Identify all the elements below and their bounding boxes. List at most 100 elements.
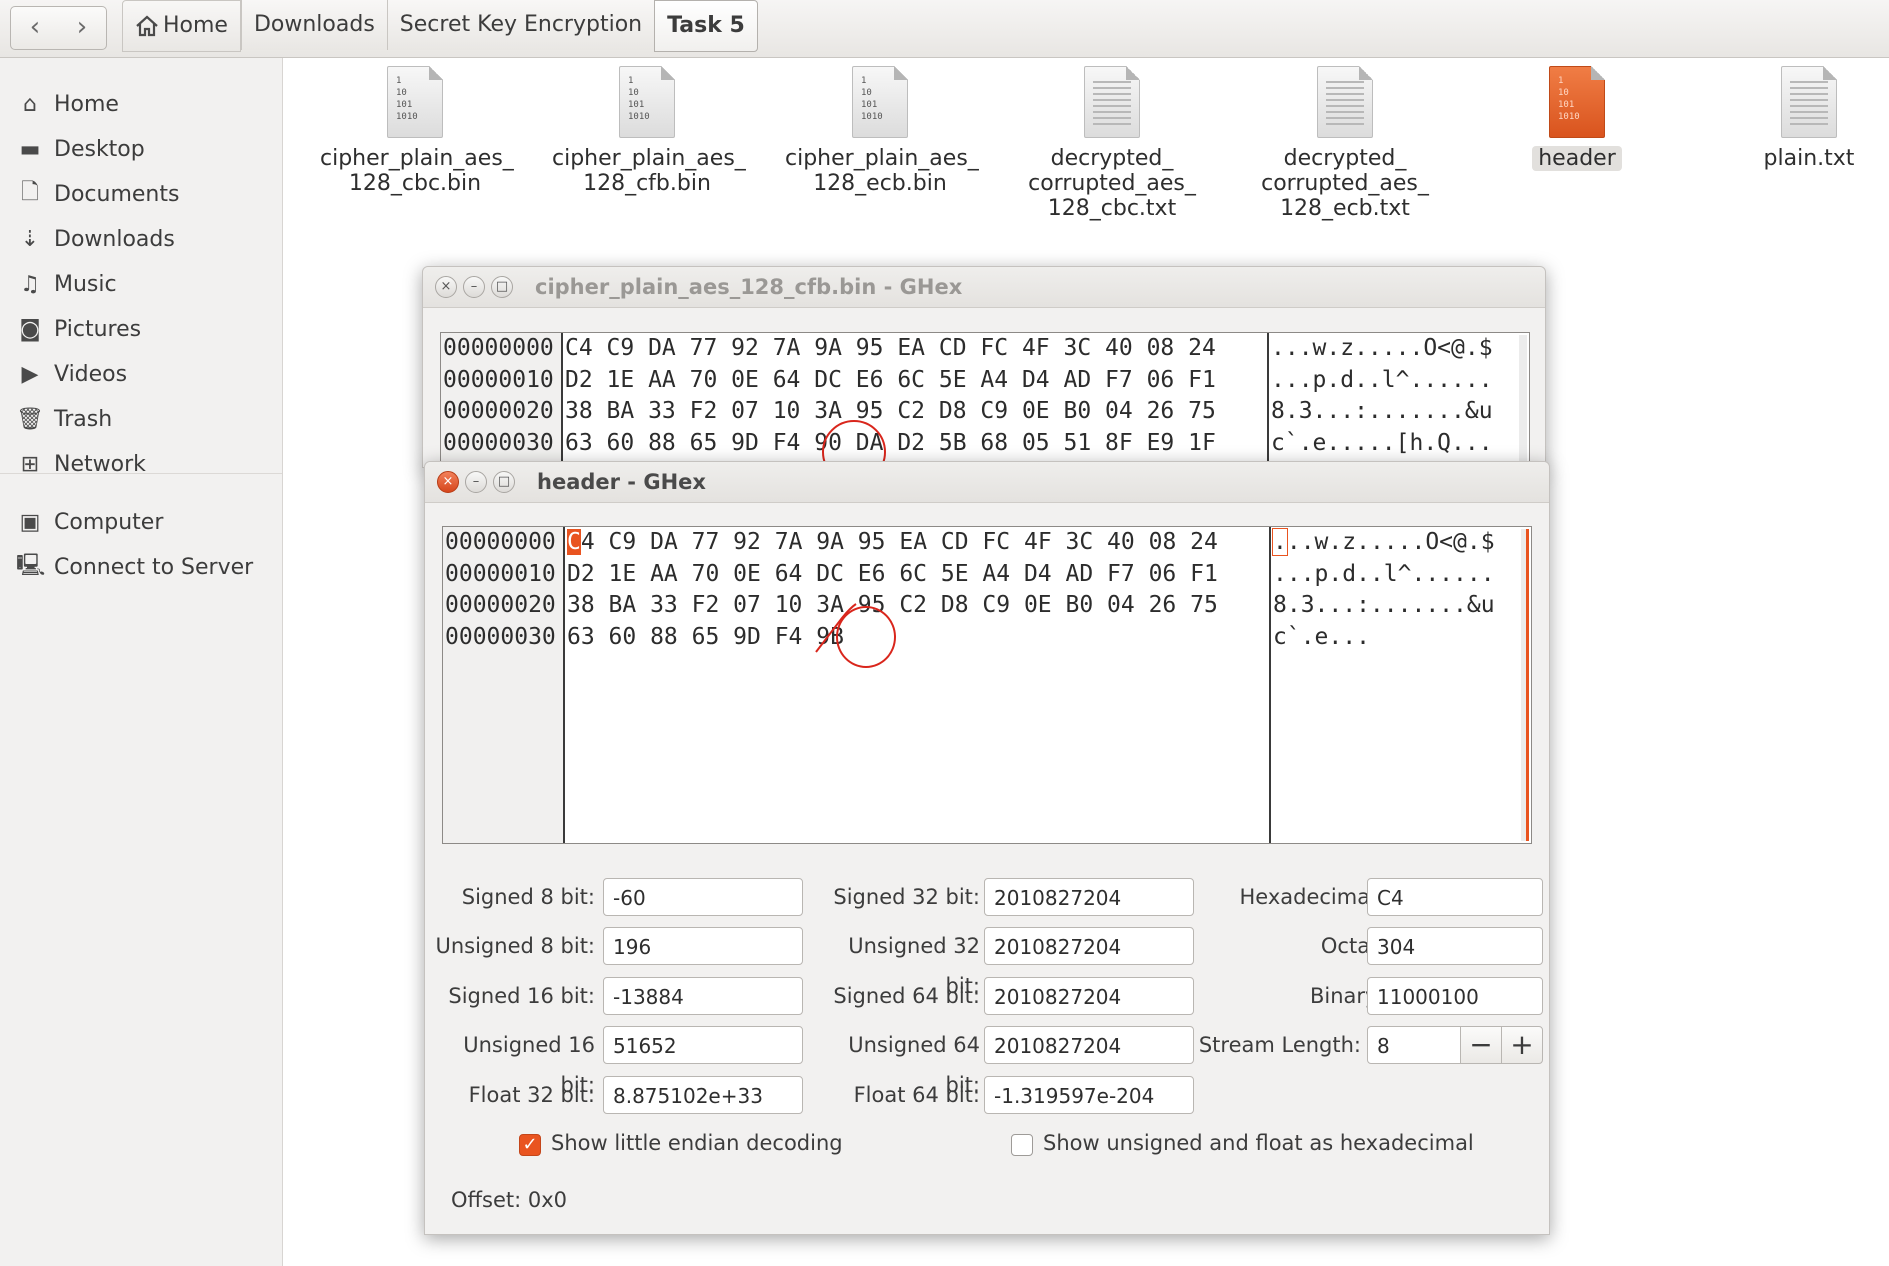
minus-icon: − (1469, 1028, 1493, 1061)
minimize-icon: – (470, 279, 478, 294)
signed-16-field[interactable]: -13884 (603, 977, 803, 1015)
hex-row: C4 C9 DA 77 92 7A 9A 95 EA CD FC 4F 3C 4… (565, 335, 1216, 361)
hex-view[interactable]: 00000000 00000010 00000020 00000030 C4 C… (442, 526, 1532, 844)
maximize-icon: □ (497, 474, 511, 489)
offset-row: 00000010 (443, 366, 554, 393)
ascii-row: ...w.z.....O<@.$ (1271, 335, 1493, 361)
video-icon: ▶ (21, 361, 39, 387)
signed-8-field[interactable]: -60 (603, 878, 803, 916)
hex-row: D2 1E AA 70 0E 64 DC E6 6C 5E A4 D4 AD F… (565, 366, 1216, 393)
music-icon: ♫ (20, 271, 40, 297)
hex-row: C4 C9 DA 77 92 7A 9A 95 EA CD FC 4F 3C 4… (567, 529, 1218, 555)
binary-field[interactable]: 11000100 (1367, 977, 1543, 1015)
breadcrumb-home[interactable]: Home (122, 0, 241, 52)
computer-icon: ▣ (19, 509, 41, 535)
sidebar-item-trash[interactable]: 🗑 Trash (0, 399, 282, 439)
minimize-icon: – (472, 474, 480, 489)
sidebar-item-label: Connect to Server (54, 554, 254, 580)
file-plain-txt[interactable]: plain.txt (1714, 66, 1889, 171)
signed-64-field[interactable]: 2010827204 (984, 977, 1194, 1015)
scrollbar[interactable] (1521, 529, 1529, 841)
file-decrypted-ecb[interactable]: decrypted_ corrupted_aes_ 128_ecb.txt (1250, 66, 1440, 221)
hex-view[interactable]: 00000000 00000010 00000020 00000030 C4 C… (440, 332, 1530, 474)
stream-decrement-button[interactable]: − (1460, 1026, 1502, 1064)
stream-increment-button[interactable]: + (1501, 1026, 1543, 1064)
sidebar-item-network[interactable]: ⊞ Network (0, 444, 282, 484)
back-button[interactable]: ‹ (10, 6, 60, 50)
offset-row: 00000020 (443, 398, 554, 424)
sidebar-item-connect-to-server[interactable]: 🖳 Connect to Server (0, 547, 282, 587)
sidebar-item-home[interactable]: ⌂ Home (0, 84, 282, 124)
scrollbar-thumb[interactable] (1526, 529, 1529, 841)
trash-icon: 🗑 (16, 406, 44, 432)
sidebar-item-pictures[interactable]: ◙ Pictures (0, 309, 282, 349)
chevron-left-icon: ‹ (29, 12, 41, 42)
sidebar-item-videos[interactable]: ▶ Videos (0, 354, 282, 394)
maximize-button[interactable]: □ (491, 276, 513, 298)
unsigned-64-field[interactable]: 2010827204 (984, 1026, 1194, 1064)
file-name: plain.txt (1763, 146, 1855, 171)
sidebar-item-documents[interactable]: 🗋 Documents (0, 174, 282, 214)
ascii-column[interactable]: ...w.z.....O<@.$ ...p.d..l^...... 8.3...… (1269, 333, 1519, 473)
little-endian-label[interactable]: Show little endian decoding (551, 1131, 843, 1155)
signed-32-field[interactable]: 2010827204 (984, 878, 1194, 916)
ascii-row: 8.3...:.......&u (1271, 398, 1493, 424)
signed-16-label: Signed 16 bit: (448, 984, 595, 1008)
unsigned-hex-label[interactable]: Show unsigned and float as hexadecimal (1043, 1131, 1474, 1155)
unsigned-8-label: Unsigned 8 bit: (435, 934, 595, 958)
close-icon: × (442, 474, 454, 489)
file-header[interactable]: 1 10 101 1010 header (1482, 66, 1672, 171)
sidebar-item-label: Pictures (54, 316, 142, 342)
unsigned-16-field[interactable]: 51652 (603, 1026, 803, 1064)
float-32-field[interactable]: 8.875102e+33 (603, 1076, 803, 1114)
hex-column[interactable]: C4 C9 DA 77 92 7A 9A 95 EA CD FC 4F 3C 4… (563, 333, 1269, 473)
sidebar-item-label: Trash (54, 406, 113, 432)
unsigned-hex-checkbox[interactable] (1011, 1134, 1033, 1156)
file-cipher-cfb[interactable]: 1 10 101 1010 cipher_plain_aes_ 128_cfb.bin (552, 66, 746, 196)
forward-button[interactable]: › (58, 6, 107, 50)
hex-row: 38 BA 33 F2 07 10 3A 95 C2 D8 C9 0E B0 0… (567, 592, 1218, 618)
hex-column[interactable]: C4 C9 DA 77 92 7A 9A 95 EA CD FC 4F 3C 4… (565, 527, 1271, 843)
unsigned-8-field[interactable]: 196 (603, 927, 803, 965)
sidebar-item-downloads[interactable]: ⇣ Downloads (0, 219, 282, 259)
hexadecimal-field[interactable]: C4 (1367, 878, 1543, 916)
file-name: decrypted_ corrupted_aes_ 128_ecb.txt (1261, 146, 1429, 221)
offset-row: 00000030 (445, 623, 556, 650)
camera-icon: ◙ (19, 316, 41, 342)
unsigned-32-field[interactable]: 2010827204 (984, 927, 1194, 965)
file-decrypted-cbc[interactable]: decrypted_ corrupted_aes_ 128_cbc.txt (1017, 66, 1207, 221)
scrollbar[interactable] (1519, 335, 1527, 471)
server-icon: 🖳 (16, 553, 46, 578)
binary-file-icon: 1 10 101 1010 (1549, 66, 1605, 138)
offset-row: 00000030 (443, 429, 554, 456)
chevron-right-icon: › (76, 12, 88, 42)
float-64-field[interactable]: -1.319597e-204 (984, 1076, 1194, 1114)
ascii-column[interactable]: ...w.z.....O<@.$ ...p.d..l^...... 8.3...… (1271, 527, 1521, 843)
ghex-window-header: × – □ header - GHex 00000000 00000010 00… (424, 461, 1550, 1235)
little-endian-checkbox[interactable]: ✓ (519, 1134, 541, 1156)
file-cipher-ecb[interactable]: 1 10 101 1010 cipher_plain_aes_ 128_ecb.bin (785, 66, 979, 196)
unsigned-16-label: Unsigned 16 bit: (463, 1033, 595, 1097)
unsigned-64-label: Unsigned 64 bit: (848, 1033, 980, 1097)
breadcrumb-task-5[interactable]: Task 5 (654, 0, 758, 52)
sidebar-item-computer[interactable]: ▣ Computer (0, 502, 282, 542)
file-name: decrypted_ corrupted_aes_ 128_cbc.txt (1028, 146, 1196, 221)
file-cipher-cbc[interactable]: 1 10 101 1010 cipher_plain_aes_ 128_cbc.bin (320, 66, 514, 196)
breadcrumb-downloads[interactable]: Downloads (240, 0, 387, 50)
signed-32-label: Signed 32 bit: (833, 885, 980, 909)
checkmark-icon: ✓ (522, 1134, 538, 1155)
close-button[interactable]: × (435, 276, 457, 298)
sidebar-item-desktop[interactable]: ▬ Desktop (0, 129, 282, 169)
breadcrumb-secret-key-encryption[interactable]: Secret Key Encryption (386, 0, 655, 50)
float-64-label: Float 64 bit: (853, 1083, 980, 1107)
float-32-label: Float 32 bit: (468, 1083, 595, 1107)
maximize-button[interactable]: □ (493, 471, 515, 493)
offset-row: 00000000 (445, 529, 556, 555)
close-button[interactable]: × (437, 471, 459, 493)
sidebar-item-music[interactable]: ♫ Music (0, 264, 282, 304)
octal-field[interactable]: 304 (1367, 927, 1543, 965)
minimize-button[interactable]: – (463, 276, 485, 298)
hex-row: 63 60 88 65 9D F4 90 DA D2 5B 68 05 51 8… (565, 429, 1216, 456)
minimize-button[interactable]: – (465, 471, 487, 493)
stream-length-field[interactable]: 8 (1367, 1026, 1461, 1064)
